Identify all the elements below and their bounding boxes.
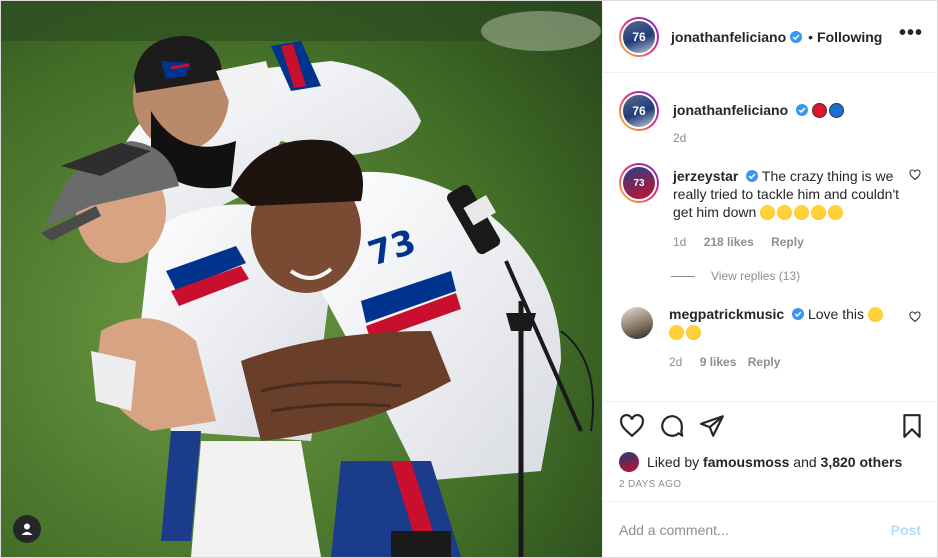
likes-middle: and	[793, 454, 817, 470]
more-options-icon[interactable]: •••	[899, 23, 923, 46]
liker-username[interactable]: famousmoss	[703, 454, 789, 470]
comment-text: Love this	[807, 306, 864, 322]
caption-row: 76 jonathanfeliciano 2d	[619, 91, 921, 147]
laughing-emoji	[811, 205, 827, 220]
following-button[interactable]: Following	[817, 29, 882, 45]
comment-row: 73 jerzeystar The crazy thing is we real…	[619, 163, 921, 251]
view-replies-label: View replies (13)	[711, 269, 801, 283]
blue-circle-emoji	[828, 103, 844, 118]
reply-button[interactable]: Reply	[748, 355, 781, 369]
comment-username[interactable]: jerzeystar	[673, 168, 738, 184]
like-comment-heart-icon[interactable]	[909, 169, 921, 181]
heart-eyes-emoji	[669, 325, 684, 340]
comments-list: 76 jonathanfeliciano 2d 73 jerzeystar Th…	[603, 73, 937, 401]
view-replies-line	[671, 275, 695, 277]
likes-prefix: Liked by	[647, 454, 700, 470]
verified-badge-icon	[792, 308, 805, 320]
commenter-avatar-image	[621, 307, 653, 339]
user-tag-icon	[21, 523, 33, 535]
share-send-icon[interactable]	[699, 413, 725, 439]
view-replies-button[interactable]: View replies (13)	[671, 269, 921, 283]
like-heart-icon[interactable]	[619, 413, 645, 439]
comment-likes[interactable]: 218 likes	[704, 235, 754, 249]
caption-avatar[interactable]: 76	[619, 91, 659, 131]
verified-badge-icon	[790, 30, 803, 43]
likes-count[interactable]: 3,820 others	[821, 454, 903, 470]
post-timestamp[interactable]: 2 DAYS AGO	[603, 475, 937, 501]
laughing-emoji	[777, 205, 793, 220]
comment-bubble-icon[interactable]	[659, 413, 685, 439]
heart-eyes-emoji	[867, 307, 883, 322]
commenter-avatar[interactable]	[619, 305, 655, 341]
reply-button[interactable]: Reply	[771, 235, 804, 249]
verified-badge-icon	[746, 170, 759, 182]
comment-username[interactable]: megpatrickmusic	[669, 306, 784, 322]
post-header: 76 jonathanfeliciano • Following •••	[603, 1, 937, 73]
bills-players-celebrating-image: 73	[1, 1, 602, 557]
author-avatar-image: 76	[621, 18, 657, 55]
comment-composer: Post	[603, 501, 937, 557]
comment-likes[interactable]: 9 likes	[700, 355, 737, 369]
bookmark-save-icon[interactable]	[899, 413, 925, 439]
comment-time[interactable]: 1d	[673, 235, 686, 249]
post-photo[interactable]: 73	[1, 1, 602, 557]
heart-eyes-emoji	[686, 325, 701, 340]
like-comment-heart-icon[interactable]	[909, 311, 921, 323]
commenter-avatar-image: 73	[621, 165, 657, 201]
post-modal: 73 76 jonathanfeliciano • Following ••• …	[0, 0, 938, 558]
comment-row: megpatrickmusic Love this 2d 9 likes Rep…	[619, 305, 921, 371]
comment-time[interactable]: 2d	[669, 355, 682, 369]
laughing-emoji	[828, 205, 844, 220]
caption-time[interactable]: 2d	[673, 131, 686, 145]
post-comment-button[interactable]: Post	[891, 522, 921, 538]
author-avatar[interactable]: 76	[619, 16, 659, 57]
liker-avatar[interactable]	[619, 452, 639, 472]
add-comment-input[interactable]	[619, 521, 891, 538]
user-tag-button[interactable]	[13, 515, 41, 543]
likes-summary: Liked by famousmoss and 3,820 others	[603, 449, 937, 475]
red-circle-emoji	[811, 103, 827, 118]
laughing-emoji	[760, 205, 776, 220]
verified-badge-icon	[796, 104, 809, 116]
header-separator: •	[808, 28, 814, 45]
commenter-avatar[interactable]: 73	[619, 163, 659, 203]
caption-username[interactable]: jonathanfeliciano	[673, 102, 788, 118]
author-username[interactable]: jonathanfeliciano	[671, 29, 786, 45]
laughing-emoji	[794, 205, 810, 220]
laughing-emoji-group	[760, 204, 845, 220]
post-sidebar: 76 jonathanfeliciano • Following ••• 76	[602, 1, 937, 557]
post-actions	[603, 401, 937, 449]
caption-avatar-image: 76	[621, 93, 657, 129]
